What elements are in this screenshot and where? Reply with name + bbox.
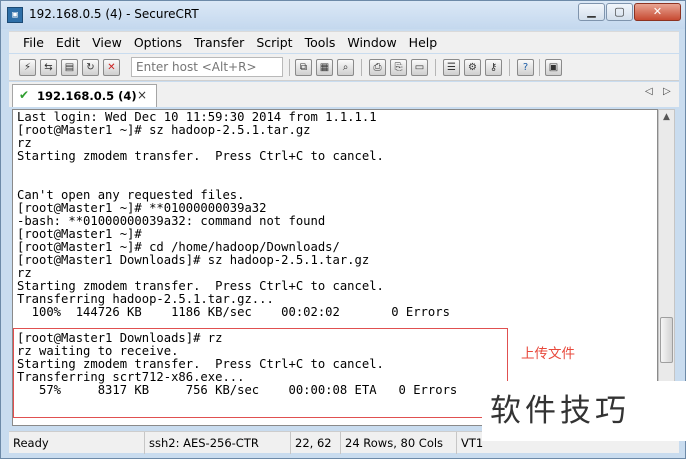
- connect-icon[interactable]: ⚡: [19, 59, 36, 76]
- terminal-line: [root@Master1 ~]# cd /home/hadoop/Downlo…: [17, 241, 340, 254]
- terminal-line: Last login: Wed Dec 10 11:59:30 2014 fro…: [17, 111, 377, 124]
- toolbar-separator: [509, 59, 510, 76]
- terminal-line: Starting zmodem transfer. Press Ctrl+C t…: [17, 280, 384, 293]
- title-bar[interactable]: ▣ 192.168.0.5 (4) - SecureCRT ▁ ▢ ✕: [1, 1, 685, 29]
- menu-options[interactable]: Options: [128, 32, 188, 54]
- menu-window[interactable]: Window: [341, 32, 402, 54]
- menu-script[interactable]: Script: [250, 32, 298, 54]
- status-cursor-position: 22, 62: [291, 432, 341, 454]
- session-options-icon[interactable]: ☰: [443, 59, 460, 76]
- close-tab-icon[interactable]: ×: [137, 88, 147, 102]
- toolbar-separator: [289, 59, 290, 76]
- tab-scroll-right-icon[interactable]: ▷: [663, 86, 671, 97]
- print-icon[interactable]: ⎙: [369, 59, 386, 76]
- upload-annotation: 上传文件: [521, 346, 575, 362]
- menu-view[interactable]: View: [86, 32, 128, 54]
- tab-scroll-left-icon[interactable]: ◁: [645, 86, 653, 97]
- maximize-button[interactable]: ▢: [606, 3, 633, 21]
- session-tab-label: 192.168.0.5 (4): [37, 89, 137, 103]
- menu-transfer[interactable]: Transfer: [188, 32, 250, 54]
- terminal-line: [root@Master1 Downloads]# sz hadoop-2.5.…: [17, 254, 370, 267]
- connect-in-tab-icon[interactable]: ▤: [61, 59, 78, 76]
- menu-help[interactable]: Help: [403, 32, 444, 54]
- terminal-scrollbar[interactable]: ▲ ▼: [658, 109, 675, 426]
- terminal-line: rz: [17, 137, 32, 150]
- keymap-editor-icon[interactable]: ▣: [545, 59, 562, 76]
- status-encryption: ssh2: AES-256-CTR: [145, 432, 291, 454]
- terminal-line: Can't open any requested files.: [17, 189, 245, 202]
- status-ready: Ready: [9, 432, 145, 454]
- terminal-line: rz: [17, 267, 32, 280]
- menu-bar: File Edit View Options Transfer Script Tools Wi…: [9, 31, 679, 53]
- securecrt-app-icon: ▣: [7, 7, 23, 23]
- print-setup-icon[interactable]: ▭: [411, 59, 428, 76]
- menu-edit[interactable]: Edit: [50, 32, 86, 54]
- toolbar-separator: [435, 59, 436, 76]
- toolbar: ⚡ ⇆ ▤ ↻ ✕ ⧉ ▦ ⌕ ⎙ ⎘ ▭ ☰ ⚙ ⚷ ? ▣: [9, 54, 679, 81]
- help-icon[interactable]: ?: [517, 59, 534, 76]
- menu-tools[interactable]: Tools: [299, 32, 342, 54]
- enter-host-input[interactable]: [131, 57, 283, 77]
- window-title: 192.168.0.5 (4) - SecureCRT: [29, 7, 199, 21]
- session-tab[interactable]: ✔ 192.168.0.5 (4) ×: [12, 84, 157, 107]
- menu-file[interactable]: File: [9, 32, 50, 54]
- disconnect-icon[interactable]: ✕: [103, 59, 120, 76]
- terminal-line: [root@Master1 ~]# sz hadoop-2.5.1.tar.gz: [17, 124, 311, 137]
- find-icon[interactable]: ⌕: [337, 59, 354, 76]
- scrollbar-thumb[interactable]: [660, 317, 673, 363]
- terminal-line: -bash: **01000000039a32: command not fou…: [17, 215, 326, 228]
- highlight-box: [13, 328, 508, 418]
- paste-icon[interactable]: ▦: [316, 59, 333, 76]
- reconnect-icon[interactable]: ↻: [82, 59, 99, 76]
- print-selection-icon[interactable]: ⎘: [390, 59, 407, 76]
- terminal-line: [root@Master1 ~]# **01000000039a32: [17, 202, 267, 215]
- minimize-button[interactable]: ▁: [578, 3, 605, 21]
- terminal-line: Transferring hadoop-2.5.1.tar.gz...: [17, 293, 274, 306]
- session-tab-bar: ✔ 192.168.0.5 (4) × ◁ ▷: [9, 82, 679, 107]
- connected-check-icon: ✔: [19, 88, 30, 102]
- watermark-text: 软件技巧: [482, 381, 686, 441]
- terminal-line: 100% 144726 KB 1186 KB/sec 00:02:02 0 Er…: [17, 306, 450, 319]
- scroll-up-arrow-icon[interactable]: ▲: [659, 110, 674, 125]
- close-window-button[interactable]: ✕: [634, 3, 681, 21]
- status-terminal-size: 24 Rows, 80 Cols: [341, 432, 457, 454]
- terminal-line: Starting zmodem transfer. Press Ctrl+C t…: [17, 150, 384, 163]
- key-map-icon[interactable]: ⚷: [485, 59, 502, 76]
- global-options-icon[interactable]: ⚙: [464, 59, 481, 76]
- toolbar-separator: [539, 59, 540, 76]
- toolbar-separator: [361, 59, 362, 76]
- copy-icon[interactable]: ⧉: [295, 59, 312, 76]
- terminal-line: [root@Master1 ~]#: [17, 228, 142, 241]
- quick-connect-icon[interactable]: ⇆: [40, 59, 57, 76]
